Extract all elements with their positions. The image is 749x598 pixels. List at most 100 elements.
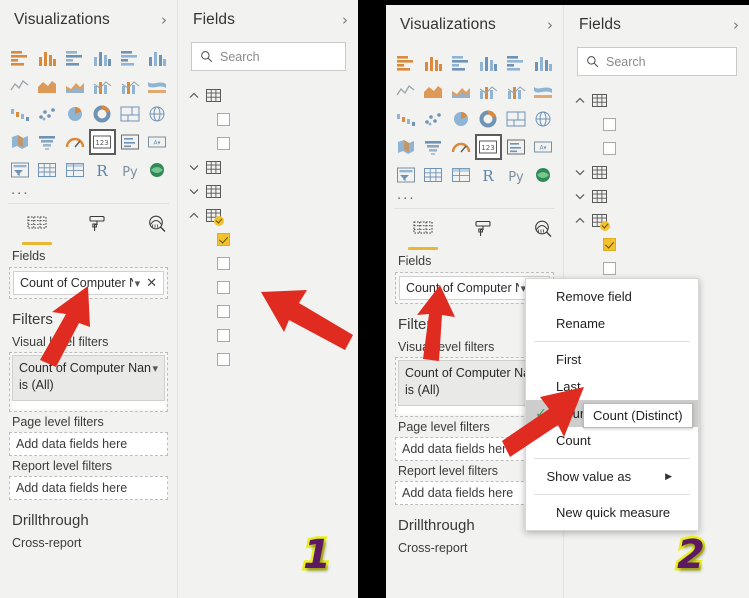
stacked-column-chart-icon[interactable] bbox=[421, 51, 447, 75]
fields-table-instance[interactable] bbox=[179, 179, 358, 203]
more-visuals-button[interactable]: ... bbox=[0, 182, 177, 199]
field-item[interactable] bbox=[565, 136, 749, 160]
field-checkbox[interactable] bbox=[217, 280, 230, 294]
menu-item-count[interactable]: Count bbox=[526, 427, 698, 454]
field-checkbox[interactable] bbox=[217, 256, 230, 270]
menu-item-show-value-as[interactable]: Show value as ▶ bbox=[526, 463, 698, 490]
field-item[interactable] bbox=[565, 256, 749, 280]
pie-chart-icon[interactable] bbox=[448, 107, 474, 131]
stacked-bar-chart-icon[interactable] bbox=[393, 51, 419, 75]
menu-item-rename[interactable]: Rename bbox=[526, 310, 698, 337]
table-icon[interactable] bbox=[35, 158, 61, 182]
area-chart-icon[interactable] bbox=[35, 74, 61, 98]
chevron-up-icon[interactable] bbox=[573, 97, 586, 104]
card-icon[interactable]: 123 bbox=[474, 134, 502, 160]
analytics-tab[interactable] bbox=[140, 214, 174, 245]
donut-chart-icon[interactable] bbox=[476, 107, 502, 131]
100-stacked-column-chart-icon[interactable] bbox=[145, 46, 171, 70]
search-input[interactable]: Search bbox=[191, 42, 346, 71]
scatter-chart-icon[interactable] bbox=[35, 102, 61, 126]
scatter-chart-icon[interactable] bbox=[421, 107, 447, 131]
r-script-visual-icon[interactable]: R bbox=[476, 163, 502, 187]
funnel-chart-icon[interactable] bbox=[421, 135, 447, 159]
area-chart-icon[interactable] bbox=[421, 79, 447, 103]
fields-table-collection[interactable] bbox=[565, 88, 749, 112]
menu-item-first[interactable]: First bbox=[526, 346, 698, 373]
field-item[interactable] bbox=[179, 251, 358, 275]
stacked-column-chart-icon[interactable] bbox=[35, 46, 61, 70]
field-item[interactable] bbox=[179, 347, 358, 371]
clustered-column-chart-icon[interactable] bbox=[476, 51, 502, 75]
chevron-up-icon[interactable] bbox=[573, 217, 586, 224]
python-visual-icon[interactable]: Py bbox=[117, 158, 143, 182]
stacked-bar-chart-icon[interactable] bbox=[7, 46, 33, 70]
matrix-icon[interactable] bbox=[448, 163, 474, 187]
kpi-icon[interactable]: A▾ bbox=[145, 130, 171, 154]
r-script-visual-icon[interactable]: R bbox=[90, 158, 116, 182]
ribbon-chart-icon[interactable] bbox=[145, 74, 171, 98]
menu-item-last[interactable]: Last bbox=[526, 373, 698, 400]
fields-table-resource[interactable] bbox=[179, 203, 358, 227]
chevron-up-icon[interactable] bbox=[187, 92, 200, 99]
fields-tab[interactable] bbox=[406, 219, 440, 250]
line-chart-icon[interactable] bbox=[7, 74, 33, 98]
100-stacked-bar-chart-icon[interactable] bbox=[117, 46, 143, 70]
waterfall-chart-icon[interactable] bbox=[393, 107, 419, 131]
field-checkbox[interactable] bbox=[603, 261, 616, 275]
stacked-area-chart-icon[interactable] bbox=[62, 74, 88, 98]
format-tab[interactable] bbox=[80, 214, 114, 245]
field-item[interactable] bbox=[565, 232, 749, 256]
chevron-right-icon[interactable]: › bbox=[733, 17, 739, 33]
chevron-down-icon[interactable] bbox=[187, 164, 200, 171]
filled-map-icon[interactable] bbox=[393, 135, 419, 159]
line-and-clustered-column-chart-icon[interactable] bbox=[503, 79, 529, 103]
fields-table-resource[interactable] bbox=[565, 208, 749, 232]
treemap-icon[interactable] bbox=[117, 102, 143, 126]
field-item[interactable] bbox=[179, 275, 358, 299]
multi-row-card-icon[interactable] bbox=[117, 130, 143, 154]
menu-item-remove-field[interactable]: Remove field bbox=[526, 283, 698, 310]
stacked-area-chart-icon[interactable] bbox=[448, 79, 474, 103]
chevron-down-icon[interactable] bbox=[573, 169, 586, 176]
field-item[interactable] bbox=[179, 131, 358, 155]
field-item[interactable] bbox=[179, 323, 358, 347]
more-visuals-button[interactable]: ... bbox=[386, 187, 563, 204]
field-item[interactable] bbox=[565, 112, 749, 136]
values-well[interactable]: Count of Computer Nam ▾ ✕ bbox=[9, 267, 168, 299]
fields-tab[interactable] bbox=[20, 214, 54, 245]
field-checkbox[interactable] bbox=[603, 117, 616, 131]
close-icon[interactable]: ✕ bbox=[140, 276, 159, 291]
menu-item-new-quick-measure[interactable]: New quick measure bbox=[526, 499, 698, 526]
clustered-bar-chart-icon[interactable] bbox=[448, 51, 474, 75]
multi-row-card-icon[interactable] bbox=[503, 135, 529, 159]
filled-map-icon[interactable] bbox=[7, 130, 33, 154]
report-level-dropzone[interactable]: Add data fields here bbox=[9, 476, 168, 500]
field-checkbox[interactable] bbox=[217, 232, 230, 246]
fields-table-database[interactable] bbox=[179, 155, 358, 179]
line-chart-icon[interactable] bbox=[393, 79, 419, 103]
gauge-chart-icon[interactable] bbox=[62, 130, 88, 154]
map-icon[interactable] bbox=[531, 107, 557, 131]
card-icon[interactable]: 123 bbox=[88, 129, 116, 155]
clustered-column-chart-icon[interactable] bbox=[90, 46, 116, 70]
field-checkbox[interactable] bbox=[603, 237, 616, 251]
analytics-tab[interactable] bbox=[526, 219, 560, 250]
field-chip-count-of-computer-name[interactable]: Count of Computer Nam ▾ ✕ bbox=[13, 271, 164, 295]
field-checkbox[interactable] bbox=[217, 328, 230, 342]
table-icon[interactable] bbox=[421, 163, 447, 187]
chevron-up-icon[interactable] bbox=[187, 212, 200, 219]
format-tab[interactable] bbox=[466, 219, 500, 250]
chevron-down-icon[interactable]: ▾ bbox=[133, 277, 141, 290]
matrix-icon[interactable] bbox=[62, 158, 88, 182]
pie-chart-icon[interactable] bbox=[62, 102, 88, 126]
kpi-icon[interactable]: A▾ bbox=[531, 135, 557, 159]
treemap-icon[interactable] bbox=[503, 107, 529, 131]
chevron-down-icon[interactable] bbox=[573, 193, 586, 200]
line-and-clustered-column-chart-icon[interactable] bbox=[117, 74, 143, 98]
field-item[interactable] bbox=[179, 227, 358, 251]
page-level-dropzone[interactable]: Add data fields here bbox=[9, 432, 168, 456]
chevron-right-icon[interactable]: › bbox=[342, 12, 348, 28]
search-input[interactable]: Search bbox=[577, 47, 737, 76]
waterfall-chart-icon[interactable] bbox=[7, 102, 33, 126]
field-item[interactable] bbox=[179, 299, 358, 323]
